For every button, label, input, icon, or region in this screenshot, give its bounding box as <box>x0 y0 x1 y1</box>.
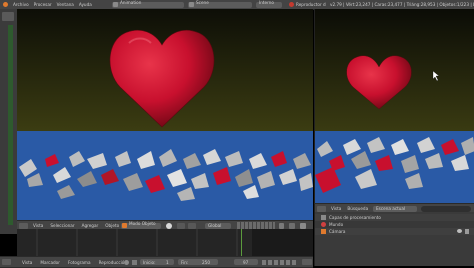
start-frame-label: Inicio: <box>143 259 156 265</box>
stop-playback-icon[interactable] <box>289 2 294 7</box>
scene-label: Scene <box>196 0 209 5</box>
interaction-mode-selector[interactable]: Modo Objeto <box>121 221 161 229</box>
object-mode-icon <box>122 223 127 228</box>
scene-selector[interactable]: Scene <box>188 0 252 8</box>
interaction-mode-label: Modo Objeto <box>129 221 156 226</box>
end-frame-label: Fin: <box>181 259 189 265</box>
playback-status: Reproductor d <box>296 2 326 7</box>
end-frame-value: 250 <box>202 259 210 265</box>
outliner-menu-vista[interactable]: Vista <box>331 206 341 211</box>
transform-orientation-selector[interactable]: Global <box>205 222 231 229</box>
current-frame-line[interactable] <box>241 229 242 256</box>
tool-shelf-strip[interactable] <box>0 9 18 234</box>
timeline-menu: Vista Marcador Fotograma Reproducción <box>22 258 127 267</box>
outliner-tree[interactable]: Capas de procesamiento Mundo Cámara <box>314 212 474 266</box>
layout-grid-icon <box>113 2 118 7</box>
timeline-toolbar: Vista Marcador Fotograma Reproducción Inici… <box>0 256 313 268</box>
lock-icon[interactable] <box>279 222 284 229</box>
sync-selector[interactable] <box>302 259 312 265</box>
search-field[interactable] <box>421 205 471 212</box>
outliner-editor-icon[interactable] <box>317 205 326 212</box>
pivot-point-button[interactable] <box>177 222 185 229</box>
world-icon <box>321 222 326 227</box>
render-engine-selector[interactable]: Interno <box>256 0 282 8</box>
frame-range-shade <box>252 229 313 256</box>
tool-shelf-tab[interactable] <box>2 12 14 21</box>
menu-timeline-vista[interactable]: Vista <box>22 260 32 265</box>
main-menu: Archivo Procesar Ventana Ayuda <box>13 0 97 9</box>
start-frame-field[interactable]: Inicio: 1 <box>140 259 174 265</box>
scene-statistics: v2.79 | Vért:23,247 | Caras:23,477 | Tri… <box>330 2 474 7</box>
timeline-editor-icon[interactable] <box>2 259 11 265</box>
viewport-3d-main[interactable] <box>17 9 313 220</box>
start-frame-value: 1 <box>166 259 169 265</box>
outliner-display-selector[interactable]: Escena actual <box>373 205 417 212</box>
record-icon[interactable] <box>124 259 129 265</box>
menu-objeto[interactable]: Objeto <box>105 223 119 228</box>
editor-type-icon[interactable] <box>19 222 28 229</box>
keying-set-icon[interactable] <box>132 259 137 265</box>
screen-layout-selector[interactable]: Animation <box>112 0 184 8</box>
outliner-row-label: Cámara <box>329 229 346 234</box>
manipulator-button[interactable] <box>188 222 196 229</box>
render-engine-label: Interno <box>259 0 274 5</box>
outliner-menu-busqueda[interactable]: Búsqueda <box>347 206 368 211</box>
timeline-ruler <box>36 229 313 256</box>
camera-viewport-scene <box>315 9 474 203</box>
menu-seleccionar[interactable]: Seleccionar <box>50 223 74 228</box>
timeline-area[interactable] <box>17 229 313 256</box>
playback-controls[interactable] <box>262 259 298 265</box>
menu-ventana[interactable]: Ventana <box>57 0 74 9</box>
viewport-3d-camera[interactable] <box>314 9 474 203</box>
end-frame-field[interactable]: Fin: 250 <box>178 259 218 265</box>
render-preview-icon[interactable] <box>300 222 306 229</box>
render-layers-icon <box>321 215 326 220</box>
shading-sphere-icon[interactable] <box>166 222 172 229</box>
camera-icon <box>321 229 326 234</box>
blender-logo-icon[interactable] <box>3 2 8 7</box>
scene-icon <box>189 2 194 7</box>
menu-agregar[interactable]: Agregar <box>82 223 99 228</box>
select-arrow-icon[interactable] <box>465 229 469 234</box>
menu-archivo[interactable]: Archivo <box>13 0 29 9</box>
menu-vista[interactable]: Vista <box>33 223 43 228</box>
menu-fotograma[interactable]: Fotograma <box>68 260 91 265</box>
layers-grid[interactable] <box>237 222 275 229</box>
snap-magnet-icon[interactable] <box>289 222 295 229</box>
menu-marcador[interactable]: Marcador <box>40 260 60 265</box>
outliner-row[interactable]: Cámara <box>315 228 474 235</box>
tool-shelf-green-tab[interactable] <box>8 25 13 225</box>
screen-layout-label: Animation <box>120 0 142 5</box>
menu-procesar[interactable]: Procesar <box>34 0 52 9</box>
main-viewport-scene <box>17 9 313 220</box>
visibility-eye-icon[interactable] <box>457 229 462 233</box>
menu-reproduccion[interactable]: Reproducción <box>99 260 127 265</box>
current-frame-value: 97 <box>243 259 249 265</box>
menu-ayuda[interactable]: Ayuda <box>79 0 92 9</box>
current-frame-field[interactable]: 97 <box>234 259 258 265</box>
